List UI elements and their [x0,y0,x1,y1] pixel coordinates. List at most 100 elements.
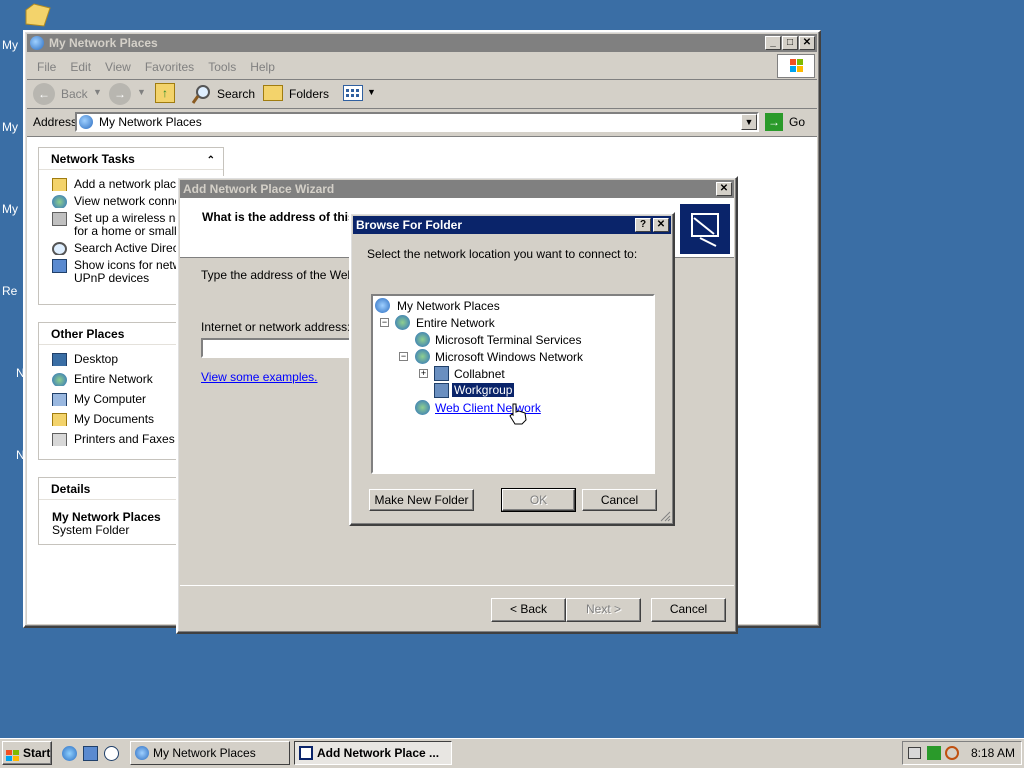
wizard-next-button[interactable]: Next > [566,598,641,622]
security-tray-icon[interactable] [927,746,941,760]
collapse-chevron-icon[interactable]: ⌃ [207,150,215,172]
views-dropdown-icon[interactable]: ▼ [367,87,376,97]
tree-item-collabnet[interactable]: Collabnet [454,367,505,381]
collapse-toggle-icon[interactable]: − [380,318,389,327]
back-button-label[interactable]: Back [61,87,88,101]
wizard-titlebar[interactable]: Add Network Place Wizard ✕ [180,180,734,198]
taskbar-item-add-network-place[interactable]: Add Network Place ... [294,741,452,765]
network-places-icon [30,36,44,50]
desktop-label[interactable]: Re [2,284,17,298]
network-address-input[interactable] [201,338,351,358]
search-directory-icon [52,242,67,255]
details-name: My Network Places [52,510,161,524]
windows-flag-icon [6,747,20,761]
close-button[interactable]: ✕ [799,36,815,50]
printer-icon [52,433,67,446]
tree-item-my-network-places[interactable]: My Network Places [397,299,500,313]
expand-toggle-icon[interactable]: + [419,369,428,378]
browse-prompt: Select the network location you want to … [367,247,638,261]
wireless-icon [52,212,67,226]
help-button[interactable]: ? [635,218,651,232]
add-place-icon [52,178,67,191]
menu-tools[interactable]: Tools [208,60,236,74]
globe-icon [415,400,430,415]
network-places-icon [375,298,390,313]
folder-tree[interactable]: My Network Places − Entire Network Micro… [371,294,655,474]
back-dropdown-icon[interactable]: ▼ [93,87,102,97]
address-field-label: Internet or network address: [201,320,351,334]
menu-file[interactable]: File [37,60,56,74]
menu-edit[interactable]: Edit [70,60,91,74]
menu-help[interactable]: Help [250,60,275,74]
explorer-titlebar[interactable]: My Network Places _ □ ✕ [27,34,817,52]
desktop-label[interactable]: My [2,120,18,134]
menu-favorites[interactable]: Favorites [145,60,194,74]
media-player-icon[interactable] [104,746,119,761]
search-tray-icon[interactable] [945,746,959,760]
search-icon[interactable] [191,83,211,104]
forward-arrow-icon[interactable]: → [109,83,131,105]
minimize-button[interactable]: _ [765,36,781,50]
collapse-toggle-icon[interactable]: − [399,352,408,361]
desktop-icon [52,353,67,366]
globe-icon [395,315,410,330]
browse-cancel-button[interactable]: Cancel [582,489,657,511]
browse-for-folder-dialog: Browse For Folder ? ✕ Select the network… [349,212,675,526]
menu-view[interactable]: View [105,60,131,74]
wizard-instructions: Type the address of the Web site [201,268,351,282]
resize-grip-icon[interactable] [659,510,671,522]
wizard-cancel-button[interactable]: Cancel [651,598,726,622]
search-button-label[interactable]: Search [217,87,255,101]
globe-icon [52,195,67,208]
details-type: System Folder [52,523,130,537]
documents-folder-icon [52,413,67,426]
address-field[interactable]: My Network Places ▼ [75,112,759,132]
clock: 8:18 AM [971,746,1016,760]
system-tray: 8:18 AM [902,741,1022,765]
taskbar-item-network-places[interactable]: My Network Places [130,741,290,765]
tree-item-windows-network[interactable]: Microsoft Windows Network [435,350,583,364]
folders-icon[interactable] [263,85,283,101]
view-examples-link[interactable]: View some examples. [201,370,318,384]
explorer-title: My Network Places [49,36,158,50]
tree-item-terminal-services[interactable]: Microsoft Terminal Services [435,333,581,347]
wizard-close-button[interactable]: ✕ [716,182,732,196]
up-folder-icon[interactable]: ↑ [155,83,175,103]
desktop-folder-icon[interactable] [24,2,52,28]
network-tray-icon[interactable] [908,747,921,759]
menu-bar: File Edit View Favorites Tools Help [37,58,289,76]
forward-dropdown-icon[interactable]: ▼ [137,87,146,97]
network-place-wizard-icon [680,204,730,254]
address-dropdown-button[interactable]: ▼ [741,114,757,130]
start-button[interactable]: Start [2,741,52,765]
views-icon[interactable] [343,85,363,101]
browse-close-button[interactable]: ✕ [653,218,669,232]
wizard-question: What is the address of this network plac… [202,210,352,224]
ok-button[interactable]: OK [501,488,576,512]
desktop-label[interactable]: My [2,38,18,52]
computer-icon [52,259,67,273]
internet-explorer-icon[interactable] [62,746,77,761]
globe-icon [415,332,430,347]
address-value: My Network Places [99,115,202,129]
network-tasks-header[interactable]: Network Tasks ⌃ [39,148,223,170]
back-arrow-icon[interactable]: ← [33,83,55,105]
go-arrow-icon[interactable]: → [765,113,783,131]
wizard-back-button[interactable]: < Back [491,598,566,622]
folders-button-label[interactable]: Folders [289,87,329,101]
globe-icon [415,349,430,364]
make-new-folder-button[interactable]: Make New Folder [369,489,474,511]
browse-title: Browse For Folder [356,218,463,232]
tree-item-workgroup[interactable]: Workgroup [450,382,516,398]
outlook-express-icon[interactable] [83,746,98,761]
desktop-label[interactable]: My [2,202,18,216]
tree-item-entire-network[interactable]: Entire Network [416,316,495,330]
hand-cursor-icon [507,402,527,425]
maximize-button[interactable]: □ [782,36,798,50]
windows-logo-icon [777,54,815,78]
browse-titlebar[interactable]: Browse For Folder ? ✕ [353,216,671,234]
toolbar: ← Back ▼ → ▼ ↑ Search Folders ▼ [29,81,389,107]
network-places-icon [135,746,149,760]
network-places-icon [79,115,93,129]
go-button-label[interactable]: Go [789,115,805,129]
